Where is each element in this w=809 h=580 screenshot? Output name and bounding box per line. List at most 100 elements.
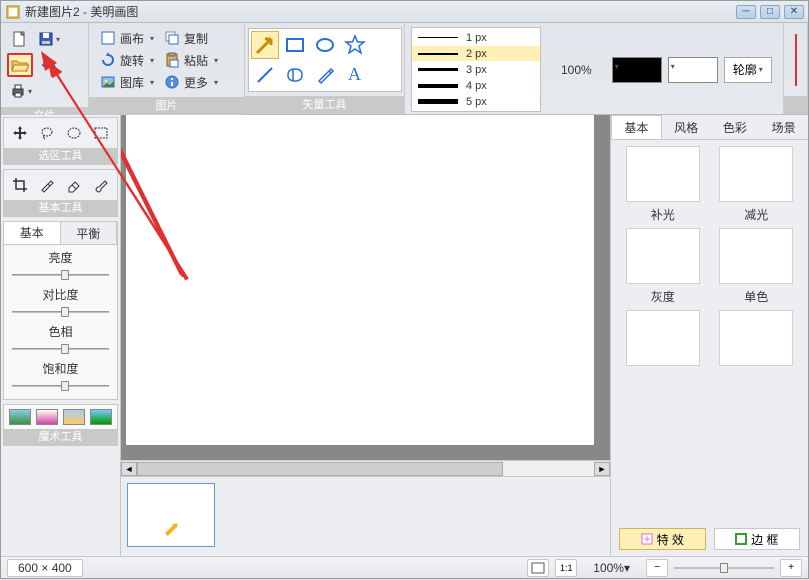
contrast-slider[interactable]: 对比度 [4, 282, 117, 319]
line-weight-4px[interactable]: 4 px [412, 78, 540, 93]
app-icon [5, 4, 21, 20]
magic-preset-3[interactable] [63, 409, 85, 425]
left-panel: 选区工具 基本工具 基本 平衡 亮度 对比度 [1, 115, 121, 556]
rotate-button[interactable]: 旋转 [95, 49, 159, 71]
copy-button[interactable]: 复制 [159, 27, 223, 49]
scroll-right-button[interactable]: ► [594, 462, 610, 476]
save-button[interactable] [35, 27, 63, 51]
line-weight-1px[interactable]: 1 px [412, 30, 540, 45]
canvas[interactable] [126, 115, 594, 445]
open-file-button[interactable] [7, 53, 33, 77]
print-button[interactable] [7, 79, 35, 103]
eyedropper-tool[interactable] [36, 174, 58, 196]
window-title: 新建图片2 - 美明画图 [25, 3, 736, 20]
horizontal-scrollbar[interactable]: ◄ ► [121, 460, 610, 476]
more-button[interactable]: 更多 [159, 71, 223, 93]
basic-tool-section: 基本工具 [3, 169, 118, 217]
line-preview-icon [790, 30, 801, 90]
effects-tab-button[interactable]: 特 效 [619, 528, 706, 550]
effect-reduce-light[interactable]: 减光 [715, 146, 799, 220]
magic-section-label: 魔术工具 [4, 429, 117, 445]
brush-tool[interactable] [90, 174, 112, 196]
border-icon [735, 533, 747, 545]
selection-tool-section: 选区工具 [3, 117, 118, 165]
move-tool[interactable] [9, 122, 31, 144]
foreground-color-swatch[interactable] [612, 57, 662, 83]
ribbon: 文件 画布 旋转 图库 复制 [1, 23, 808, 115]
new-file-button[interactable] [7, 27, 31, 51]
crop-tool[interactable] [9, 174, 31, 196]
right-tab-scene[interactable]: 场景 [759, 115, 808, 139]
undo-button[interactable] [37, 53, 61, 77]
canvas-viewport[interactable] [121, 115, 610, 460]
library-button[interactable]: 图库 [95, 71, 159, 93]
brightness-slider[interactable]: 亮度 [4, 245, 117, 282]
right-tab-style[interactable]: 风格 [662, 115, 711, 139]
line-weight-3px[interactable]: 3 px [412, 62, 540, 77]
zoom-percent: 100% [553, 63, 600, 77]
magic-tool-section: 魔术工具 [3, 404, 118, 446]
scroll-left-button[interactable]: ◄ [121, 462, 137, 476]
minimize-button[interactable]: ─ [736, 5, 756, 19]
effect-fill-light[interactable]: 补光 [621, 146, 705, 220]
paste-button[interactable]: 粘贴 [159, 49, 223, 71]
line-weight-5px[interactable]: 5 px [412, 94, 540, 109]
effect-blank-2[interactable] [715, 310, 799, 384]
line-weight-list: 1 px 2 px 3 px 4 px 5 px [411, 27, 541, 112]
selection-section-label: 选区工具 [4, 148, 117, 164]
shape-tool-grid: A [248, 28, 402, 92]
border-tab-button[interactable]: 边 框 [714, 528, 801, 550]
main-area: 选区工具 基本工具 基本 平衡 亮度 对比度 [1, 115, 808, 556]
canvas-dimensions: 600 × 400 [7, 559, 83, 577]
pen-shape-tool[interactable] [311, 61, 339, 89]
arrow-shape-tool[interactable] [251, 31, 279, 59]
right-tab-basic[interactable]: 基本 [611, 115, 662, 139]
zoom-out-button[interactable]: − [646, 559, 668, 577]
tab-balance-adjust[interactable]: 平衡 [61, 222, 118, 244]
ellipse-select-tool[interactable] [63, 122, 85, 144]
magic-preset-4[interactable] [90, 409, 112, 425]
eraser-tool[interactable] [63, 174, 85, 196]
fit-screen-button[interactable] [527, 559, 549, 577]
background-color-swatch[interactable] [668, 57, 718, 83]
ribbon-group-picture: 图片 [89, 97, 244, 115]
ribbon-group-vector: 矢量工具 [245, 96, 404, 114]
effect-grayscale[interactable]: 灰度 [621, 228, 705, 302]
right-panel: 基本 风格 色彩 场景 补光 减光 灰度 单色 特 效 边 框 [610, 115, 808, 556]
ellipse-shape-tool[interactable] [311, 31, 339, 59]
effect-blank-1[interactable] [621, 310, 705, 384]
text-shape-tool[interactable]: A [341, 61, 369, 89]
statusbar: 600 × 400 1:1 100% ▾ − + [1, 556, 808, 578]
outline-style-button[interactable]: 轮廓 [724, 57, 772, 83]
star-shape-tool[interactable] [341, 31, 369, 59]
saturation-slider[interactable]: 饱和度 [4, 356, 117, 393]
page-thumbnail-1[interactable] [127, 483, 215, 547]
magic-preset-1[interactable] [9, 409, 31, 425]
zoom-in-button[interactable]: + [780, 559, 802, 577]
basic-section-label: 基本工具 [4, 200, 117, 216]
titlebar: 新建图片2 - 美明画图 ─ □ ✕ [1, 1, 808, 23]
tab-basic-adjust[interactable]: 基本 [4, 222, 61, 244]
actual-size-button[interactable]: 1:1 [555, 559, 577, 577]
rounded-rect-shape-tool[interactable] [281, 61, 309, 89]
lasso-tool[interactable] [36, 122, 58, 144]
rect-select-tool[interactable] [90, 122, 112, 144]
magic-preset-2[interactable] [36, 409, 58, 425]
effect-mono[interactable]: 单色 [715, 228, 799, 302]
right-tab-color[interactable]: 色彩 [711, 115, 760, 139]
line-shape-tool[interactable] [251, 61, 279, 89]
hue-slider[interactable]: 色相 [4, 319, 117, 356]
ribbon-group-preview [784, 96, 807, 114]
sparkle-icon [641, 533, 653, 545]
zoom-slider[interactable] [674, 561, 774, 575]
effects-list: 补光 减光 灰度 单色 [611, 140, 808, 522]
zoom-readout: 100% ▾ [583, 559, 640, 577]
page-thumbnails [121, 476, 610, 556]
maximize-button[interactable]: □ [760, 5, 780, 19]
rectangle-shape-tool[interactable] [281, 31, 309, 59]
adjustment-section: 基本 平衡 亮度 对比度 色相 饱和度 [3, 221, 118, 400]
canvas-button[interactable]: 画布 [95, 27, 159, 49]
center-area: ◄ ► [121, 115, 610, 556]
close-button[interactable]: ✕ [784, 5, 804, 19]
line-weight-2px[interactable]: 2 px [412, 46, 540, 61]
